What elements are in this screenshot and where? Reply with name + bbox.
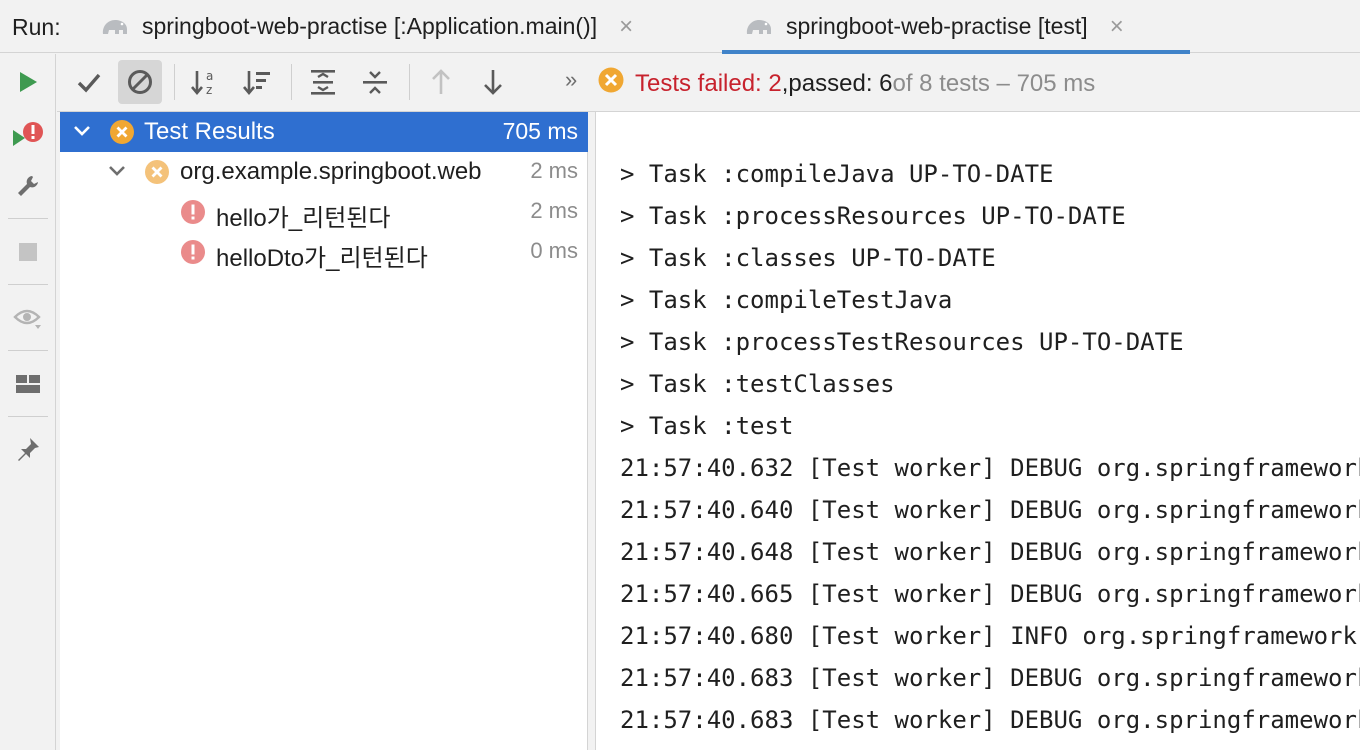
duration-label: 0 ms <box>530 238 578 263</box>
run-side-toolbar <box>0 54 56 750</box>
console-line: > Task :compileJava UP-TO-DATE <box>620 160 1054 188</box>
test-status-summary: Tests failed: 2, passed: 6 of 8 tests – … <box>597 66 1095 101</box>
close-icon[interactable]: × <box>619 13 633 41</box>
test-failed-icon <box>597 66 625 101</box>
tab-label: springboot-web-practise [:Application.ma… <box>142 13 598 39</box>
wrench-icon[interactable] <box>10 168 46 204</box>
status-separator: , <box>781 69 789 97</box>
duration-label: 2 ms <box>530 198 578 223</box>
sort-duration-icon[interactable] <box>235 60 279 104</box>
test-error-icon <box>180 239 206 272</box>
stop-icon[interactable] <box>10 234 46 270</box>
test-failed-icon <box>109 119 135 152</box>
show-ignored-icon[interactable] <box>118 60 162 104</box>
svg-text:a: a <box>206 69 213 83</box>
tree-node-test[interactable]: helloDto가_리턴된다 0 ms <box>60 232 588 272</box>
tree-node-test[interactable]: hello가_리턴된다 2 ms <box>60 192 588 232</box>
passed-count: passed: 6 <box>788 69 893 97</box>
console-line: > Task :testClasses <box>620 370 895 398</box>
svg-text:z: z <box>206 83 212 97</box>
run-tab-bar: Run: springboot-web-practise [:Applicati… <box>0 0 1360 54</box>
chevron-down-icon[interactable] <box>72 117 92 151</box>
collapse-all-icon[interactable] <box>353 60 397 104</box>
gradle-elephant-icon <box>100 15 130 39</box>
gradle-elephant-icon <box>744 15 774 39</box>
console-line: 21:57:40.648 [Test worker] DEBUG org.spr… <box>620 538 1360 566</box>
show-passed-icon[interactable] <box>67 60 111 104</box>
duration-label: 2 ms <box>530 158 578 183</box>
expand-all-icon[interactable] <box>301 60 345 104</box>
tab-test[interactable]: springboot-web-practise [test] × <box>722 0 1190 54</box>
tree-node-label: helloDto가_리턴된다 <box>216 245 428 272</box>
layout-icon[interactable] <box>10 366 46 402</box>
console-line: > Task :test <box>620 412 794 440</box>
tree-node-test-results[interactable]: Test Results 705 ms <box>60 112 588 152</box>
test-runner-toolbar: az » Tests failed: 2, passed: 6 of 8 tes… <box>57 54 1360 112</box>
tree-node-label: hello가_리턴된다 <box>216 205 391 232</box>
tab-application-main[interactable]: springboot-web-practise [:Application.ma… <box>100 0 633 53</box>
console-line: 21:57:40.632 [Test worker] DEBUG org.spr… <box>620 454 1360 482</box>
chevron-down-icon[interactable] <box>107 157 127 191</box>
console-output[interactable]: > Task :compileJava UP-TO-DATE > Task :p… <box>596 112 1360 750</box>
eye-icon[interactable] <box>10 300 46 336</box>
failed-count: Tests failed: 2 <box>635 69 782 97</box>
test-error-icon <box>180 199 206 232</box>
test-summary: of 8 tests – 705 ms <box>892 69 1096 97</box>
run-label: Run: <box>12 14 61 40</box>
rerun-failed-icon[interactable] <box>10 116 46 152</box>
close-icon[interactable]: × <box>1110 13 1124 41</box>
sort-alpha-icon[interactable]: az <box>183 60 227 104</box>
pin-icon[interactable] <box>10 432 46 468</box>
next-failed-icon[interactable] <box>471 60 515 104</box>
console-line: 21:57:40.680 [Test worker] INFO org.spri… <box>620 622 1360 650</box>
console-line: > Task :compileTestJava <box>620 286 953 314</box>
console-line: 21:57:40.665 [Test worker] DEBUG org.spr… <box>620 580 1360 608</box>
test-results-tree: Test Results 705 ms org.example.springbo… <box>60 112 588 750</box>
splitter[interactable] <box>588 112 596 750</box>
prev-failed-icon[interactable] <box>419 60 463 104</box>
console-line: > Task :classes UP-TO-DATE <box>620 244 996 272</box>
console-line: > Task :processTestResources UP-TO-DATE <box>620 328 1184 356</box>
console-line: > Task :processResources UP-TO-DATE <box>620 202 1126 230</box>
tree-node-suite[interactable]: org.example.springboot.web 2 ms <box>60 152 588 192</box>
test-failed-icon <box>144 159 170 192</box>
rerun-icon[interactable] <box>10 64 46 100</box>
tab-label: springboot-web-practise [test] <box>786 13 1088 39</box>
tree-node-label: Test Results <box>144 118 275 145</box>
duration-label: 705 ms <box>502 118 578 144</box>
console-line: 21:57:40.683 [Test worker] DEBUG org.spr… <box>620 664 1360 692</box>
console-line: 21:57:40.683 [Test worker] DEBUG org.spr… <box>620 706 1360 734</box>
console-line: 21:57:40.640 [Test worker] DEBUG org.spr… <box>620 496 1360 524</box>
more-actions-chevron-icon[interactable]: » <box>565 67 577 93</box>
tree-node-label: org.example.springboot.web <box>180 158 482 185</box>
